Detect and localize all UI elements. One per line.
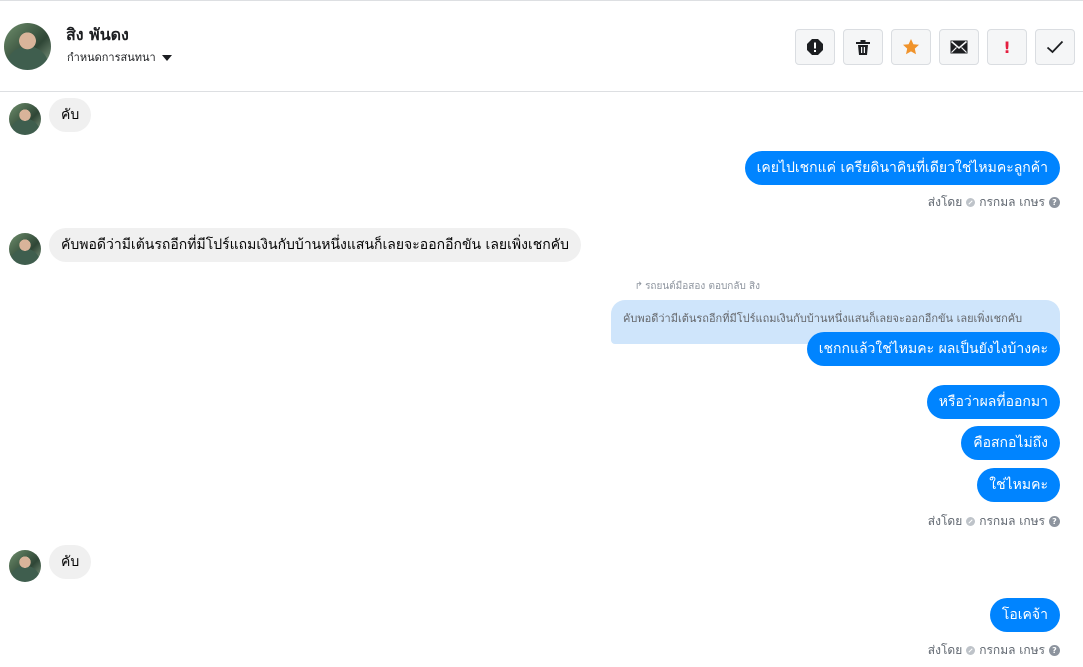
caret-down-icon	[161, 54, 172, 61]
reply-context: ↱ รถยนต์มือสอง ตอบกลับ สิง	[635, 279, 760, 294]
sender-name: กรกมล เกษร	[979, 643, 1045, 657]
mark-done-button[interactable]	[1035, 29, 1075, 65]
delete-button[interactable]	[843, 29, 883, 65]
message-thread: คับ เคยไปเชกแค่ เครียดินาคินที่เดียวใช่ไ…	[0, 92, 1083, 667]
reply-note-text: รถยนต์มือสอง ตอบกลับ สิง	[645, 281, 760, 292]
outgoing-message[interactable]: ใช่ไหมคะ	[977, 468, 1060, 502]
sender-check-icon	[966, 517, 976, 526]
sent-by-label: ส่งโดย	[927, 514, 963, 528]
help-icon[interactable]: ?	[1049, 197, 1060, 208]
help-icon[interactable]: ?	[1049, 516, 1060, 527]
conversation-schedule-dropdown[interactable]: กำหนดการสนทนา	[67, 48, 172, 66]
conversation-schedule-label: กำหนดการสนทนา	[67, 51, 156, 64]
star-button[interactable]	[891, 29, 931, 65]
sender-check-icon	[966, 646, 976, 655]
alert-circle-icon	[807, 39, 823, 55]
outgoing-message[interactable]: เคยไปเชกแค่ เครียดินาคินที่เดียวใช่ไหมคะ…	[744, 151, 1060, 185]
sent-by-info: ส่งโดย กรกมล เกษร ?	[928, 512, 1060, 531]
incoming-message[interactable]: คับ	[49, 545, 92, 579]
sent-by-label: ส่งโดย	[927, 195, 963, 209]
sender-avatar[interactable]	[9, 103, 41, 135]
report-button[interactable]	[795, 29, 835, 65]
sender-avatar[interactable]	[9, 550, 41, 582]
envelope-icon	[950, 40, 968, 54]
sent-by-info: ส่งโดย กรกมล เกษร ?	[928, 193, 1060, 212]
help-icon[interactable]: ?	[1049, 645, 1060, 656]
contact-avatar[interactable]	[4, 23, 51, 70]
outgoing-message[interactable]: คือสกอไม่ถึง	[961, 426, 1060, 460]
incoming-message[interactable]: คับพอดีว่ามีเต้นรถอีกที่มีโปร์แถมเงินกับ…	[49, 228, 581, 262]
conversation-toolbar: !	[795, 29, 1075, 65]
mark-spam-button[interactable]: !	[987, 29, 1027, 65]
sender-name: กรกมล เกษร	[979, 195, 1045, 209]
trash-icon	[856, 39, 870, 55]
sender-check-icon	[966, 198, 976, 207]
outgoing-message[interactable]: หรือว่าผลที่ออกมา	[926, 385, 1060, 419]
sent-by-label: ส่งโดย	[927, 643, 963, 657]
mark-unread-button[interactable]	[939, 29, 979, 65]
outgoing-message[interactable]: โอเคจ้า	[989, 598, 1060, 632]
star-icon	[903, 39, 919, 55]
contact-name[interactable]: สิง พันดง	[66, 23, 129, 48]
reply-arrow-icon: ↱	[634, 281, 644, 292]
outgoing-message[interactable]: เชกกแล้วใช่ไหมคะ ผลเป็นยังไงบ้างคะ	[806, 332, 1060, 366]
sent-by-info: ส่งโดย กรกมล เกษร ?	[928, 641, 1060, 660]
exclamation-icon: !	[1003, 37, 1011, 57]
conversation-header: สิง พันดง กำหนดการสนทนา !	[0, 3, 1083, 92]
sender-name: กรกมล เกษร	[979, 514, 1045, 528]
sender-avatar[interactable]	[9, 233, 41, 265]
check-icon	[1046, 40, 1064, 54]
incoming-message[interactable]: คับ	[49, 98, 92, 132]
